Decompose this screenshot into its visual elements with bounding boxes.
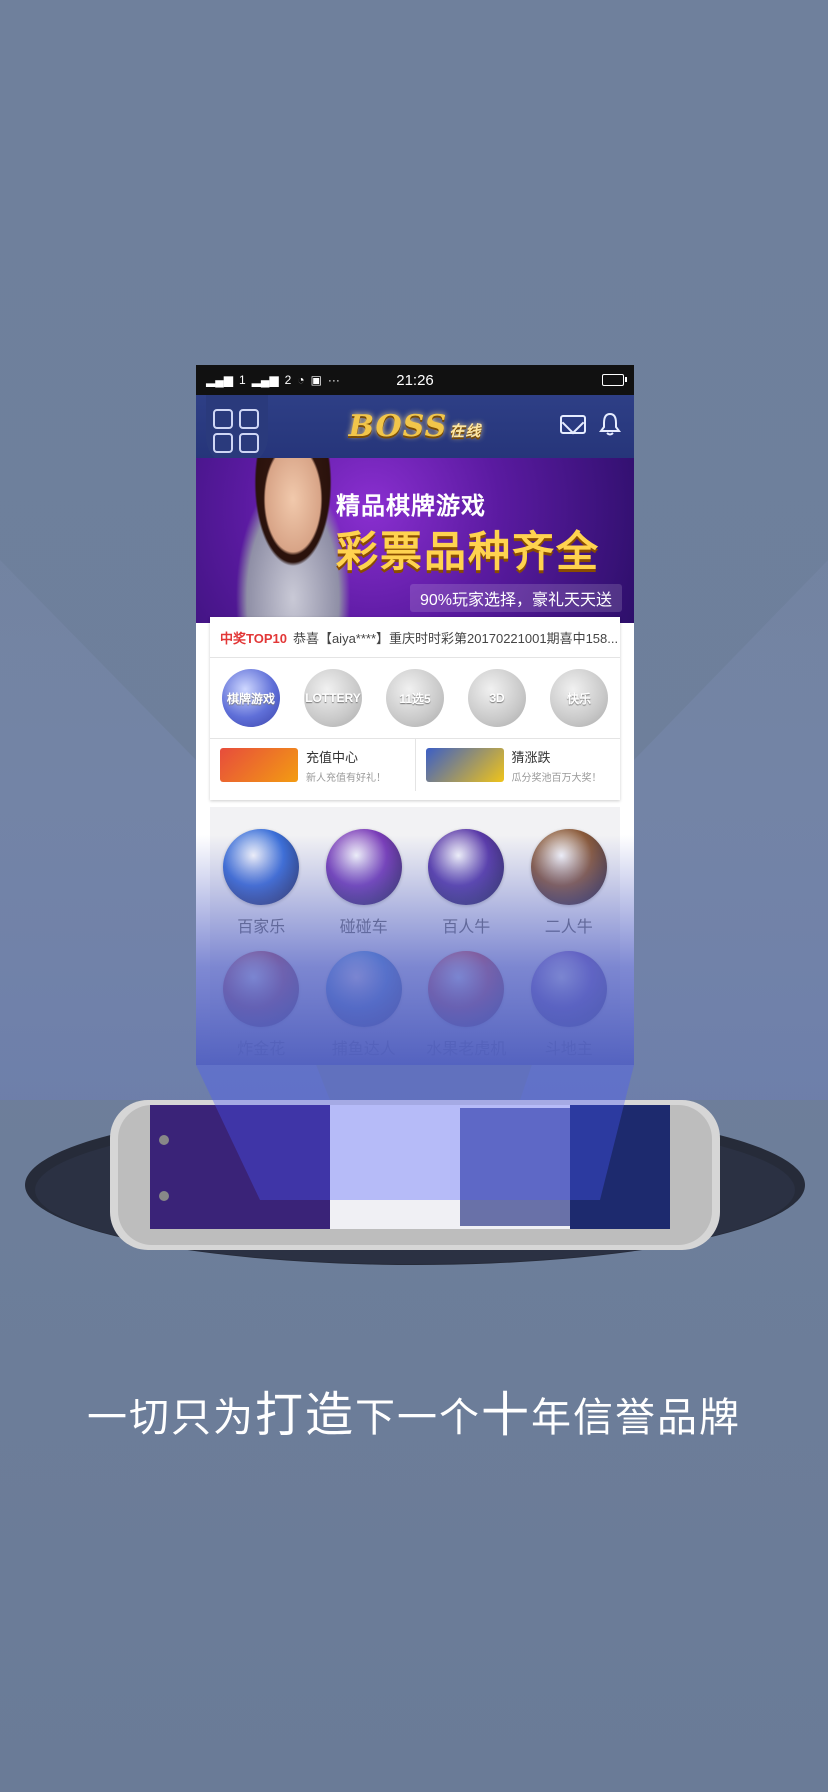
slogan: 一切只为打造下一个十年信誉品牌	[0, 1375, 828, 1445]
slogan-part-4: 十	[481, 1389, 532, 1442]
slogan-part-5: 年信誉品牌	[531, 1396, 742, 1440]
slogan-part-1: 一切只为	[86, 1396, 255, 1440]
slogan-part-3: 下一个	[355, 1396, 481, 1440]
lying-phone-image	[110, 1065, 720, 1250]
slogan-part-2: 打造	[254, 1389, 355, 1442]
